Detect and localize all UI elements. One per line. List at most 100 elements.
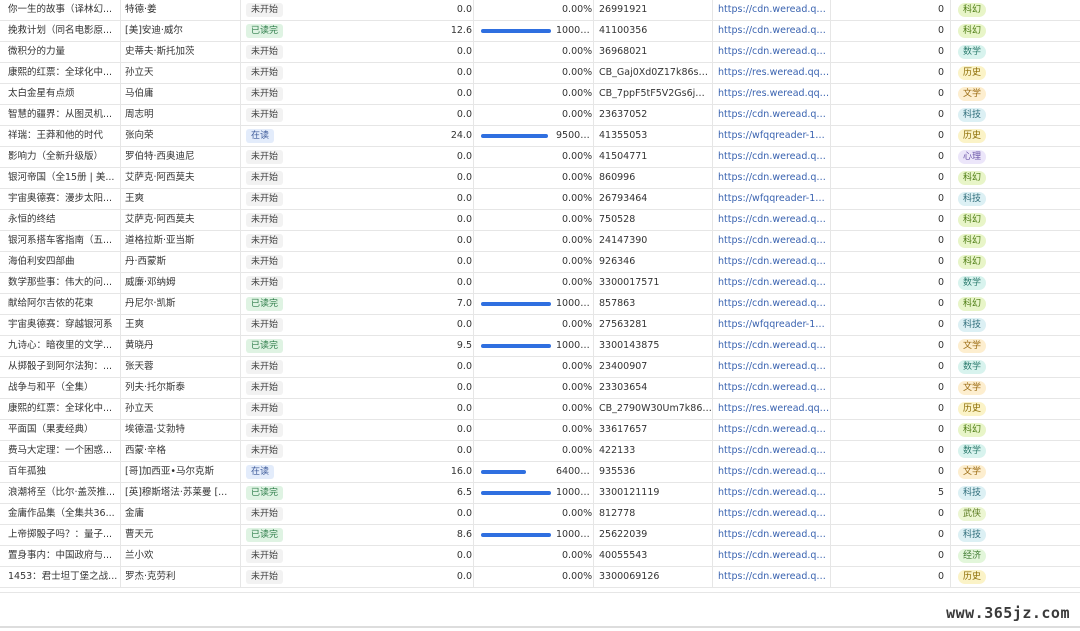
book-author-cell[interactable]: 张天蓉: [121, 357, 241, 377]
notes-count-cell[interactable]: 0: [831, 420, 951, 440]
progress-cell[interactable]: 0.00%: [476, 315, 594, 335]
category-cell[interactable]: 文学: [951, 462, 1080, 482]
reading-hours-cell[interactable]: 0.0: [420, 567, 472, 587]
book-id-cell[interactable]: 24147390: [594, 231, 713, 251]
category-cell[interactable]: 科幻: [951, 252, 1080, 272]
book-title-cell[interactable]: 银河系搭车客指南（五...: [0, 231, 121, 251]
book-author-cell[interactable]: 金庸: [121, 504, 241, 524]
notes-count-cell[interactable]: 0: [831, 231, 951, 251]
cover-url-link[interactable]: https://cdn.weread.qq.c...: [713, 462, 831, 482]
reading-hours-cell[interactable]: 0.0: [420, 210, 472, 230]
book-author-cell[interactable]: 艾萨克·阿西莫夫: [121, 210, 241, 230]
reading-hours-cell[interactable]: 0.0: [420, 231, 472, 251]
cover-url-link[interactable]: https://res.weread.qq.c...: [713, 63, 831, 83]
reading-hours-cell[interactable]: 0.0: [420, 63, 472, 83]
book-title-cell[interactable]: 浪潮将至（比尔·盖茨推...: [0, 483, 121, 503]
reading-hours-cell[interactable]: 0.0: [420, 546, 472, 566]
book-id-cell[interactable]: 40055543: [594, 546, 713, 566]
reading-hours-cell[interactable]: 0.0: [420, 378, 472, 398]
progress-cell[interactable]: 0.00%: [476, 420, 594, 440]
progress-cell[interactable]: 10000...: [476, 21, 594, 41]
book-author-cell[interactable]: 罗伯特·西奥迪尼: [121, 147, 241, 167]
progress-cell[interactable]: 0.00%: [476, 84, 594, 104]
progress-cell[interactable]: 9500....: [476, 126, 594, 146]
progress-cell[interactable]: 0.00%: [476, 252, 594, 272]
reading-hours-cell[interactable]: 7.0: [420, 294, 472, 314]
book-title-cell[interactable]: 上帝掷骰子吗？：量子...: [0, 525, 121, 545]
book-author-cell[interactable]: 张向荣: [121, 126, 241, 146]
book-id-cell[interactable]: 857863: [594, 294, 713, 314]
book-id-cell[interactable]: 23303654: [594, 378, 713, 398]
category-cell[interactable]: 科技: [951, 525, 1080, 545]
table-row[interactable]: 从掷骰子到阿尔法狗：... 张天蓉 未开始 0.0 0.00% 23400907 https…: [0, 357, 1080, 378]
book-title-cell[interactable]: 挽救计划（同名电影原...: [0, 21, 121, 41]
cover-url-link[interactable]: https://cdn.weread.qq.c...: [713, 105, 831, 125]
category-cell[interactable]: 数学: [951, 42, 1080, 62]
category-cell[interactable]: 武侠: [951, 504, 1080, 524]
book-author-cell[interactable]: [英]穆斯塔法·苏莱曼 [...: [121, 483, 241, 503]
table-row[interactable]: 银河系搭车客指南（五... 道格拉斯·亚当斯 未开始 0.0 0.00% 24147390…: [0, 231, 1080, 252]
notes-count-cell[interactable]: 0: [831, 42, 951, 62]
book-title-cell[interactable]: 数学那些事：伟大的问...: [0, 273, 121, 293]
book-id-cell[interactable]: 422133: [594, 441, 713, 461]
table-row[interactable]: 百年孤独 [哥]加西亚•马尔克斯 在读 16.0 6400.... 935536 https…: [0, 462, 1080, 483]
category-cell[interactable]: 科技: [951, 189, 1080, 209]
progress-cell[interactable]: 0.00%: [476, 357, 594, 377]
book-title-cell[interactable]: 海伯利安四部曲: [0, 252, 121, 272]
book-title-cell[interactable]: 太白金星有点烦: [0, 84, 121, 104]
book-id-cell[interactable]: 27563281: [594, 315, 713, 335]
book-id-cell[interactable]: 812778: [594, 504, 713, 524]
book-id-cell[interactable]: 26793464: [594, 189, 713, 209]
table-row[interactable]: 宇宙奥德赛：漫步太阳... 王爽 未开始 0.0 0.00% 26793464 https:…: [0, 189, 1080, 210]
book-id-cell[interactable]: 26991921: [594, 0, 713, 20]
cover-url-link[interactable]: https://cdn.weread.qq.c...: [713, 294, 831, 314]
book-author-cell[interactable]: 黄晓丹: [121, 336, 241, 356]
reading-hours-cell[interactable]: 0.0: [420, 147, 472, 167]
table-row[interactable]: 1453：君士坦丁堡之战... 罗杰·克劳利 未开始 0.0 0.00% 33000691…: [0, 567, 1080, 588]
notes-count-cell[interactable]: 0: [831, 210, 951, 230]
category-cell[interactable]: 历史: [951, 63, 1080, 83]
cover-url-link[interactable]: https://res.weread.qq.c...: [713, 84, 831, 104]
table-row[interactable]: 置身事内：中国政府与... 兰小欢 未开始 0.0 0.00% 40055543 https…: [0, 546, 1080, 567]
cover-url-link[interactable]: https://cdn.weread.qq.c...: [713, 483, 831, 503]
book-title-cell[interactable]: 银河帝国（全15册 | 美...: [0, 168, 121, 188]
cover-url-link[interactable]: https://cdn.weread.qq.c...: [713, 252, 831, 272]
book-author-cell[interactable]: 埃德温·艾勃特: [121, 420, 241, 440]
progress-cell[interactable]: 0.00%: [476, 0, 594, 20]
book-title-cell[interactable]: 宇宙奥德赛：漫步太阳...: [0, 189, 121, 209]
cover-url-link[interactable]: https://cdn.weread.qq.c...: [713, 504, 831, 524]
notes-count-cell[interactable]: 0: [831, 63, 951, 83]
book-author-cell[interactable]: 丹·西蒙斯: [121, 252, 241, 272]
notes-count-cell[interactable]: 0: [831, 567, 951, 587]
notes-count-cell[interactable]: 5: [831, 483, 951, 503]
reading-hours-cell[interactable]: 0.0: [420, 420, 472, 440]
book-author-cell[interactable]: 孙立天: [121, 399, 241, 419]
book-id-cell[interactable]: 23637052: [594, 105, 713, 125]
book-id-cell[interactable]: 25622039: [594, 525, 713, 545]
table-row[interactable]: 康熙的红票：全球化中... 孙立天 未开始 0.0 0.00% CB_2790W30Um7…: [0, 399, 1080, 420]
book-title-cell[interactable]: 智慧的疆界：从图灵机...: [0, 105, 121, 125]
category-cell[interactable]: 数学: [951, 357, 1080, 377]
table-row[interactable]: 祥瑞：王莽和他的时代 张向荣 在读 24.0 9500.... 41355053 https…: [0, 126, 1080, 147]
progress-cell[interactable]: 0.00%: [476, 441, 594, 461]
cover-url-link[interactable]: https://cdn.weread.qq.c...: [713, 378, 831, 398]
table-row[interactable]: 永恒的终结 艾萨克·阿西莫夫 未开始 0.0 0.00% 750528 https://cd…: [0, 210, 1080, 231]
book-id-cell[interactable]: 41355053: [594, 126, 713, 146]
category-cell[interactable]: 科幻: [951, 210, 1080, 230]
book-title-cell[interactable]: 九诗心：暗夜里的文学...: [0, 336, 121, 356]
reading-hours-cell[interactable]: 0.0: [420, 315, 472, 335]
table-row[interactable]: 数学那些事：伟大的问... 威廉·邓纳姆 未开始 0.0 0.00% 3300017571…: [0, 273, 1080, 294]
notes-count-cell[interactable]: 0: [831, 441, 951, 461]
book-title-cell[interactable]: 献给阿尔吉侬的花束: [0, 294, 121, 314]
book-title-cell[interactable]: 康熙的红票：全球化中...: [0, 399, 121, 419]
category-cell[interactable]: 科幻: [951, 168, 1080, 188]
notes-count-cell[interactable]: 0: [831, 336, 951, 356]
notes-count-cell[interactable]: 0: [831, 399, 951, 419]
cover-url-link[interactable]: https://cdn.weread.qq.c...: [713, 231, 831, 251]
progress-cell[interactable]: 0.00%: [476, 63, 594, 83]
reading-hours-cell[interactable]: 0.0: [420, 105, 472, 125]
book-title-cell[interactable]: 宇宙奥德赛：穿越银河系: [0, 315, 121, 335]
notes-count-cell[interactable]: 0: [831, 462, 951, 482]
progress-cell[interactable]: 0.00%: [476, 147, 594, 167]
reading-hours-cell[interactable]: 24.0: [420, 126, 472, 146]
